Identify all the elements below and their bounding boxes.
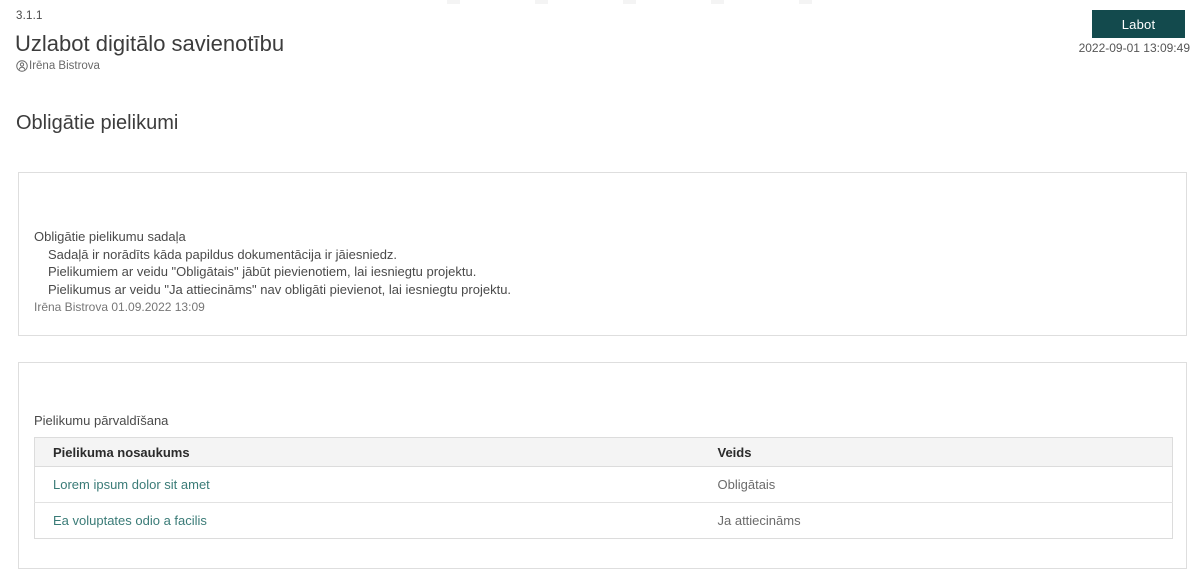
attachment-type: Obligātais bbox=[699, 466, 1173, 503]
info-box-description: Sadaļā ir norādīts kāda papildus dokumen… bbox=[48, 246, 1166, 299]
info-box-line: Pielikumiem ar veidu "Obligātais" jābūt … bbox=[48, 264, 477, 279]
info-box-label: Obligātie pielikumu sadaļa bbox=[34, 229, 186, 244]
info-box-line: Sadaļā ir norādīts kāda papildus dokumen… bbox=[48, 246, 398, 262]
table-header-row: Pielikuma nosaukums Veids bbox=[34, 437, 1173, 467]
attachments-label: Pielikumu pārvaldīšana bbox=[34, 413, 169, 428]
author-name: Irēna Bistrova bbox=[29, 60, 100, 72]
last-modified-timestamp: 2022-09-01 13:09:49 bbox=[1078, 41, 1190, 55]
attachment-link[interactable]: Lorem ipsum dolor sit amet bbox=[53, 477, 210, 492]
attachments-box: Pielikumu pārvaldīšana Pielikuma nosauku… bbox=[18, 362, 1187, 569]
section-number: 3.1.1 bbox=[16, 10, 43, 22]
attachment-type: Ja attiecināms bbox=[699, 502, 1173, 539]
attachments-table: Pielikuma nosaukums Veids Lorem ipsum do… bbox=[34, 437, 1173, 539]
section-heading: Obligātie pielikumi bbox=[16, 112, 179, 134]
page-title: Uzlabot digitālo savienotību bbox=[15, 31, 285, 56]
info-box-line: Pielikumus ar veidu "Ja attiecināms" nav… bbox=[48, 281, 512, 297]
author-row: Irēna Bistrova bbox=[16, 60, 100, 72]
user-icon bbox=[16, 60, 28, 72]
edit-button[interactable]: Labot bbox=[1092, 10, 1185, 38]
table-row: Lorem ipsum dolor sit amet Obligātais bbox=[34, 466, 1173, 503]
info-box: Obligātie pielikumu sadaļa Sadaļā ir nor… bbox=[18, 172, 1187, 336]
info-box-author-line: Irēna Bistrova 01.09.2022 13:09 bbox=[34, 300, 205, 314]
attachment-link[interactable]: Ea voluptates odio a facilis bbox=[53, 513, 207, 528]
column-header-type: Veids bbox=[699, 437, 1173, 467]
table-row: Ea voluptates odio a facilis Ja attiecin… bbox=[34, 502, 1173, 539]
column-header-name: Pielikuma nosaukums bbox=[34, 437, 700, 467]
